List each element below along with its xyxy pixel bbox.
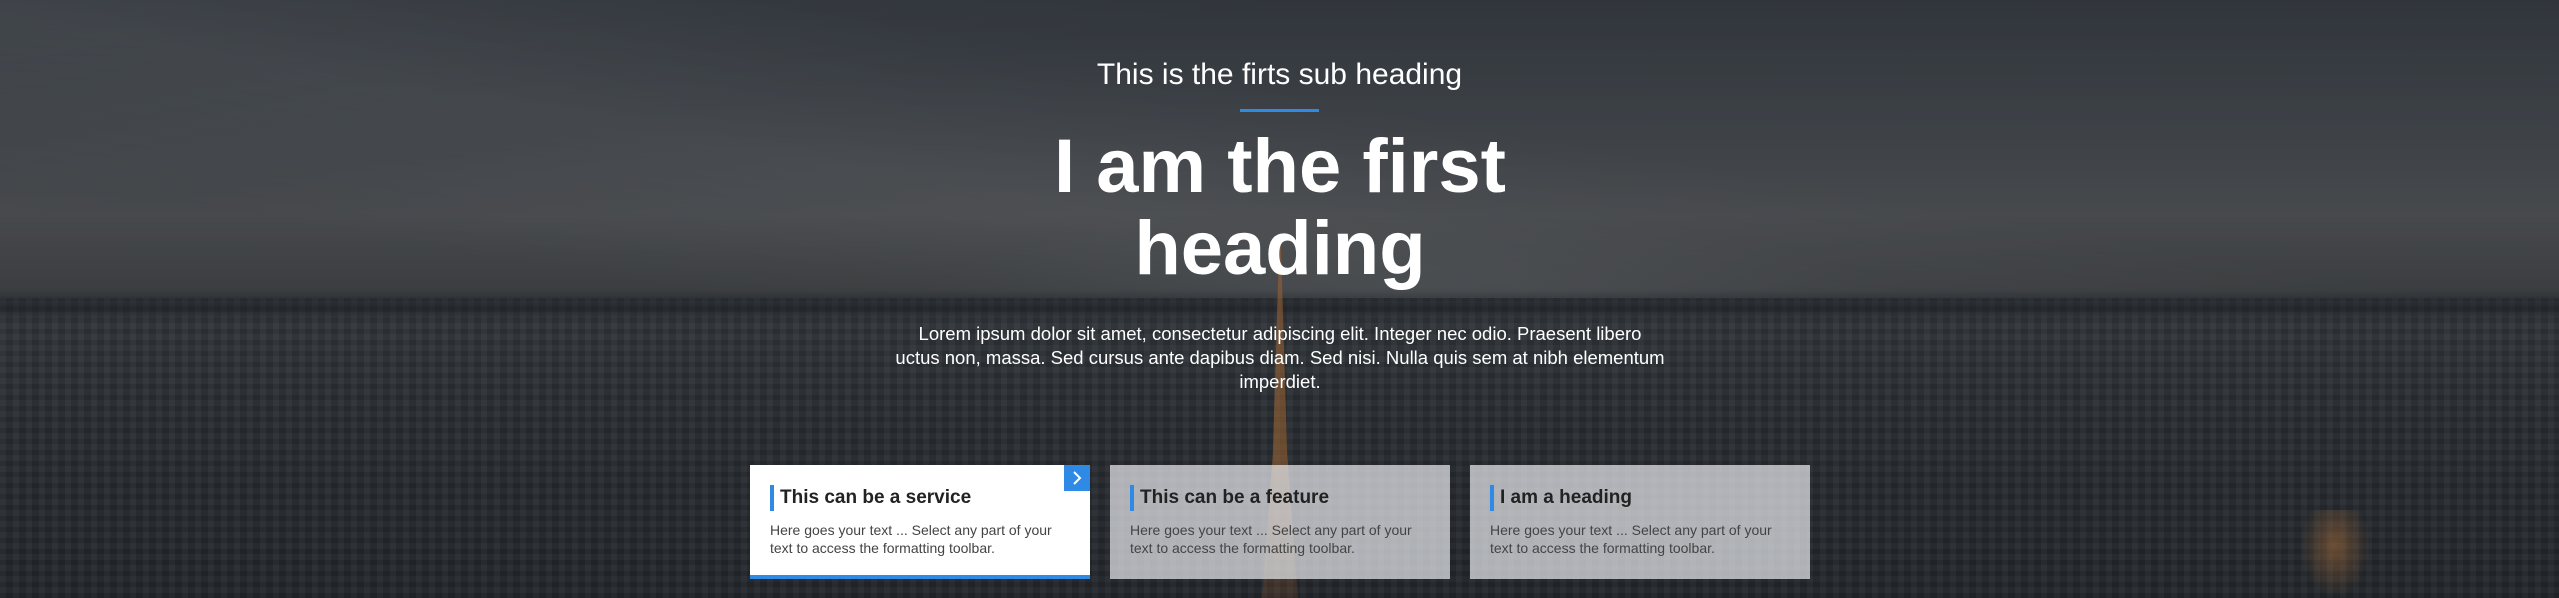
hero-sub-heading: This is the firts sub heading <box>1096 58 1463 91</box>
card-title: I am a heading <box>1500 487 1632 508</box>
card-accent-bar <box>1130 485 1134 511</box>
card-accent-bar <box>770 485 774 511</box>
heading-card[interactable]: I am a heading Here goes your text ... S… <box>1470 465 1810 579</box>
feature-card[interactable]: This can be a feature Here goes your tex… <box>1110 465 1450 579</box>
feature-cards: This can be a service Here goes your tex… <box>750 465 1810 579</box>
hero-body-text: Lorem ipsum dolor sit amet, consectetur … <box>895 323 1665 392</box>
hero-section: This is the firts sub heading I am the f… <box>0 0 2559 598</box>
card-title: This can be a feature <box>1140 487 1330 508</box>
hero-heading: I am the first heading <box>1054 124 1506 291</box>
heading-divider <box>1240 109 1319 112</box>
card-arrow-button[interactable] <box>1064 465 1090 491</box>
card-text: Here goes your text ... Select any part … <box>1490 522 1772 556</box>
card-title: This can be a service <box>780 487 972 508</box>
chevron-right-icon <box>1073 471 1082 485</box>
card-text: Here goes your text ... Select any part … <box>1130 522 1412 556</box>
card-accent-bar <box>1490 485 1494 511</box>
service-card[interactable]: This can be a service Here goes your tex… <box>750 465 1090 579</box>
card-text: Here goes your text ... Select any part … <box>770 522 1052 556</box>
